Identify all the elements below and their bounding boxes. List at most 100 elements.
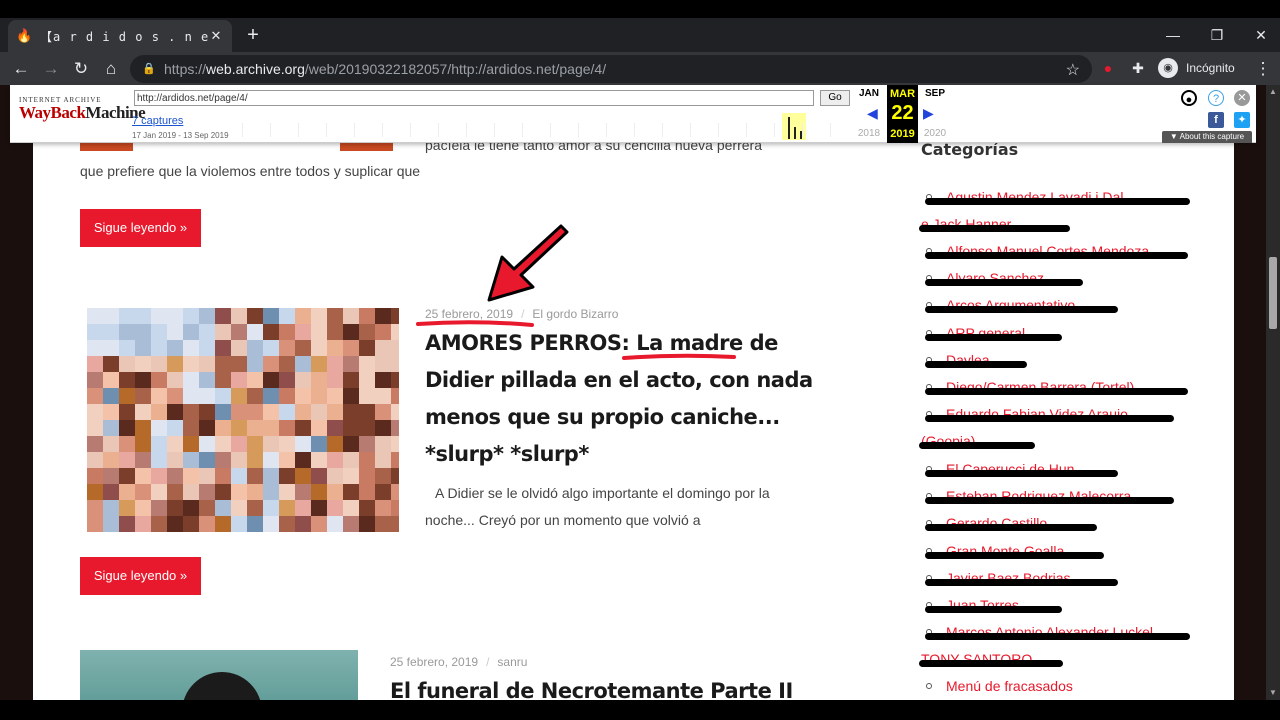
close-toolbar-icon[interactable]: ✕ — [1234, 90, 1250, 106]
page-scrollbar[interactable]: ▲ ▼ — [1266, 85, 1280, 700]
mosaic-pixel — [215, 452, 231, 468]
capture-bar — [794, 127, 796, 139]
mosaic-pixel — [247, 356, 263, 372]
post-title[interactable]: El funeral de Necrotemante Parte II — [390, 673, 793, 700]
post-thumbnail[interactable] — [80, 650, 358, 700]
user-account-icon[interactable]: ● — [1181, 90, 1197, 106]
extension-shield-icon[interactable]: ● — [1098, 58, 1118, 78]
mosaic-pixel — [231, 468, 247, 484]
window-close-icon[interactable]: ✕ — [1238, 22, 1280, 48]
read-more-button[interactable]: Sigue leyendo » — [80, 209, 201, 247]
prev-month-link[interactable]: JAN — [851, 88, 887, 99]
reload-icon[interactable]: ↻ — [68, 56, 94, 82]
mosaic-pixel — [263, 516, 279, 532]
mosaic-pixel — [359, 404, 375, 420]
fire-icon: 🔥 — [16, 28, 33, 43]
menu-kebab-icon[interactable]: ⋮ — [1250, 56, 1276, 82]
mosaic-pixel — [135, 388, 151, 404]
incognito-indicator[interactable]: ◉ Incógnito — [1158, 57, 1235, 79]
wayback-url-input[interactable] — [134, 90, 814, 106]
marker-redaction — [925, 388, 1188, 395]
captures-link[interactable]: 7 captures — [132, 115, 183, 127]
mosaic-pixel — [391, 308, 399, 324]
scroll-up-icon[interactable]: ▲ — [1266, 85, 1280, 99]
mosaic-pixel — [263, 324, 279, 340]
mosaic-pixel — [183, 420, 199, 436]
next-year-label[interactable]: 2020 — [917, 128, 953, 139]
mosaic-pixel — [167, 516, 183, 532]
twitter-icon[interactable]: ✦ — [1234, 112, 1250, 128]
post-date[interactable]: 25 febrero, 2019 — [425, 307, 513, 321]
mosaic-pixel — [215, 372, 231, 388]
mosaic-pixel — [215, 516, 231, 532]
post-date[interactable]: 25 febrero, 2019 — [390, 655, 478, 669]
sparkline-year-tick — [634, 123, 635, 137]
mosaic-pixel — [295, 452, 311, 468]
mosaic-pixel — [103, 372, 119, 388]
read-more-button[interactable]: Sigue leyendo » — [80, 557, 201, 595]
mosaic-pixel — [327, 388, 343, 404]
prev-capture-arrow-icon[interactable]: ◀ — [867, 105, 878, 122]
bookmark-star-icon[interactable]: ☆ — [1066, 60, 1080, 80]
tab-close-icon[interactable]: ✕ — [208, 28, 224, 44]
tab-title: 【a r d i d o s . n e t】- Pág — [40, 29, 208, 44]
prev-year-label[interactable]: 2018 — [851, 128, 887, 139]
mosaic-pixel — [119, 500, 135, 516]
home-icon[interactable]: ⌂ — [98, 56, 124, 82]
wayback-toolbar: INTERNET ARCHIVE WayBackMachine Go 7 cap… — [10, 85, 1256, 143]
mosaic-pixel — [103, 452, 119, 468]
post-author[interactable]: sanru — [497, 655, 527, 669]
mosaic-pixel — [199, 500, 215, 516]
back-icon[interactable]: ← — [8, 56, 34, 82]
restore-icon[interactable]: ❐ — [1194, 22, 1240, 48]
mosaic-pixel — [151, 308, 167, 324]
wayback-logo[interactable]: WayBackMachine — [19, 103, 146, 123]
mosaic-pixel — [87, 324, 103, 340]
capture-sparkline[interactable] — [242, 113, 852, 141]
mosaic-pixel — [391, 324, 399, 340]
mosaic-pixel — [311, 436, 327, 452]
mosaic-pixel — [359, 388, 375, 404]
mosaic-pixel — [359, 308, 375, 324]
post-thumbnail-pixelated[interactable] — [87, 308, 399, 532]
scrollbar-thumb[interactable] — [1269, 257, 1277, 329]
facebook-icon[interactable]: f — [1208, 112, 1224, 128]
mosaic-pixel — [199, 484, 215, 500]
mosaic-pixel — [183, 468, 199, 484]
mosaic-pixel — [231, 324, 247, 340]
about-capture-tab[interactable]: ▼ About this capture — [1162, 131, 1252, 143]
mosaic-pixel — [87, 372, 103, 388]
new-tab-button[interactable]: + — [242, 24, 264, 46]
mosaic-pixel — [263, 308, 279, 324]
wayback-go-button[interactable]: Go — [820, 90, 850, 106]
active-tab[interactable]: 🔥 【a r d i d o s . n e t】- Pág ✕ — [8, 20, 232, 52]
mosaic-pixel — [199, 436, 215, 452]
mosaic-pixel — [327, 452, 343, 468]
mosaic-pixel — [231, 340, 247, 356]
mosaic-pixel — [311, 404, 327, 420]
mosaic-pixel — [279, 484, 295, 500]
sparkline-year-tick — [578, 123, 579, 137]
mosaic-pixel — [199, 372, 215, 388]
post-author[interactable]: El gordo Bizarro — [532, 307, 618, 321]
help-icon[interactable]: ? — [1208, 90, 1224, 106]
post-title-line: AMORES PERROS: La madre de — [425, 331, 778, 355]
marker-redaction — [925, 470, 1118, 477]
extensions-puzzle-icon[interactable]: ✚ — [1128, 58, 1148, 78]
post-title[interactable]: AMORES PERROS: La madre de Didier pillad… — [425, 325, 813, 473]
post-title-line: menos que su propio caniche... — [425, 405, 780, 429]
next-month-link[interactable]: SEP — [917, 88, 953, 99]
mosaic-pixel — [327, 516, 343, 532]
mosaic-pixel — [231, 420, 247, 436]
mosaic-pixel — [375, 372, 391, 388]
forward-icon[interactable]: → — [38, 56, 64, 82]
mosaic-pixel — [359, 500, 375, 516]
mosaic-pixel — [135, 308, 151, 324]
minimize-icon[interactable]: — — [1150, 22, 1196, 48]
mosaic-pixel — [375, 468, 391, 484]
category-item[interactable]: Menú de fracasados — [926, 678, 1073, 694]
mosaic-pixel — [167, 308, 183, 324]
next-capture-arrow-icon[interactable]: ▶ — [923, 105, 934, 122]
scroll-down-icon[interactable]: ▼ — [1266, 686, 1280, 700]
address-bar[interactable]: 🔒 https://web.archive.org/web/2019032218… — [130, 55, 1092, 83]
